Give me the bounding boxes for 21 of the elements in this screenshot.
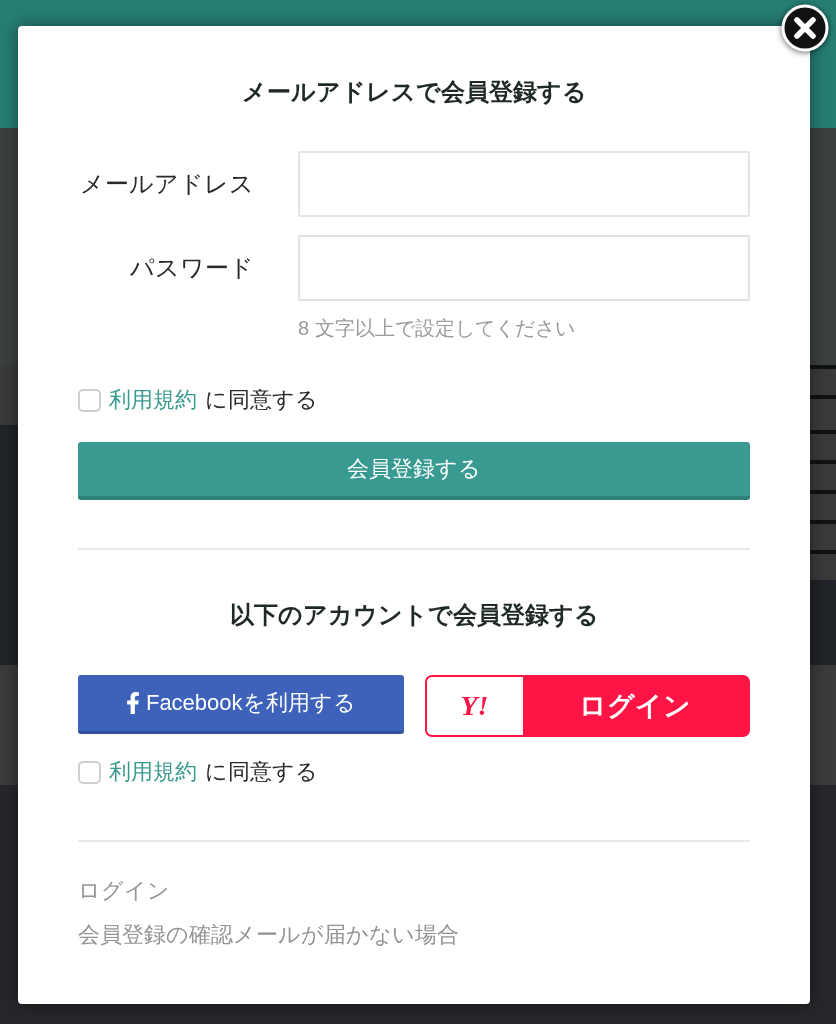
input-field[interactable] [298, 235, 750, 301]
signup-button[interactable]: 会員登録する [78, 442, 750, 500]
logo-text: Y! [426, 677, 523, 735]
agree-text: に同意する [205, 386, 318, 414]
field-hint: 8 文字以上で設定してください [298, 316, 576, 341]
login-button[interactable]: Y! ログイン [424, 675, 750, 737]
facebook-button[interactable]: Facebookを利用する [78, 675, 404, 734]
checkbox[interactable] [78, 760, 101, 784]
close-icon[interactable] [781, 4, 829, 52]
dialog-title: メールアドレスで会員登録する [240, 77, 588, 107]
checkbox[interactable] [78, 388, 101, 412]
footer-link[interactable]: ログイン [78, 875, 170, 907]
terms-link[interactable]: 利用規約 [109, 384, 197, 416]
footer-link[interactable]: 会員登録の確認メールが届かない場合 [78, 919, 459, 951]
field-label: パスワード [129, 253, 255, 283]
input-field[interactable] [298, 151, 750, 217]
terms-link[interactable]: 利用規約 [109, 756, 197, 788]
field-label: メールアドレス [79, 169, 255, 199]
section-title: 以下のアカウントで会員登録する [228, 600, 600, 630]
agree-text: に同意する [205, 758, 318, 786]
f-letter-icon [125, 692, 140, 714]
